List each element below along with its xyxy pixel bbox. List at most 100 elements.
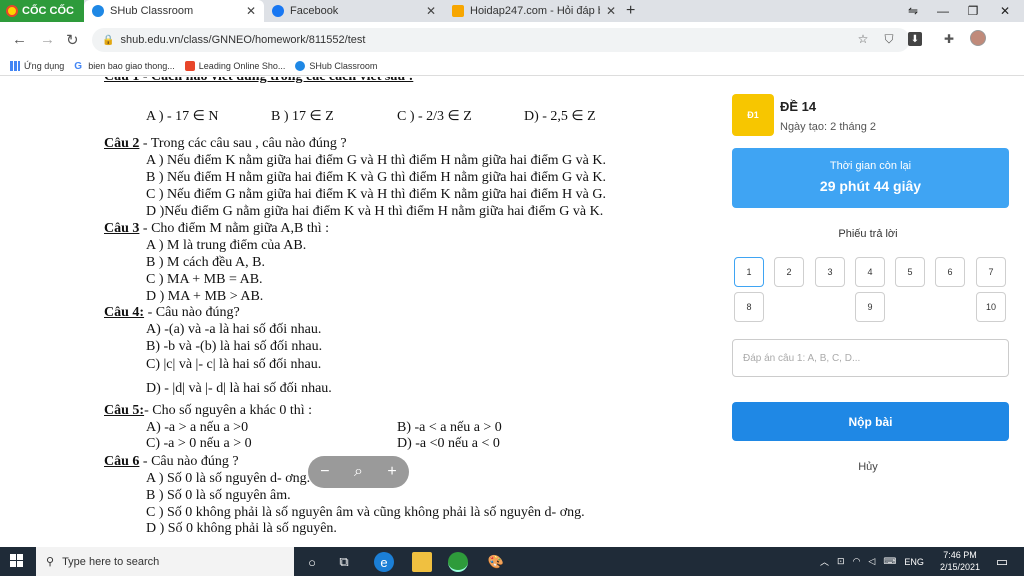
bookmark-leading-online[interactable]: Leading Online Sho... bbox=[184, 60, 285, 71]
hoidap-favicon-icon bbox=[452, 5, 464, 17]
tab-facebook[interactable]: Facebook ✕ bbox=[264, 0, 444, 22]
task-view-icon[interactable]: ⧉ bbox=[334, 552, 354, 572]
question-button-5[interactable]: 5 bbox=[895, 257, 925, 287]
submit-button[interactable]: Nộp bài bbox=[732, 402, 1009, 441]
question-button-3[interactable]: 3 bbox=[815, 257, 845, 287]
taskbar-clock[interactable]: 7:46 PM 2/15/2021 bbox=[938, 549, 982, 573]
coccoc-taskbar-icon[interactable] bbox=[448, 552, 468, 572]
timer-label: Thời gian còn lại bbox=[829, 160, 912, 172]
edge-browser-icon[interactable]: e bbox=[374, 552, 394, 572]
test-badge: Đ1 bbox=[732, 94, 774, 136]
question-5: Câu 5:- Cho số nguyên a khác 0 thì : bbox=[104, 403, 312, 419]
question-6-text: - Câu nào đúng ? bbox=[139, 454, 239, 469]
shub-favicon-icon bbox=[295, 60, 306, 71]
file-explorer-icon[interactable] bbox=[412, 552, 432, 572]
bookmark-bien-bao[interactable]: G bien bao giao thong... bbox=[74, 60, 175, 72]
question-button-6[interactable]: 6 bbox=[935, 257, 965, 287]
tab-title: SHub Classroom bbox=[110, 5, 194, 17]
close-icon[interactable]: ✕ bbox=[426, 4, 436, 18]
test-document-viewer[interactable]: Câu 1 - Cách nào viết đúng trong các các… bbox=[0, 77, 712, 547]
question-button-7[interactable]: 7 bbox=[976, 257, 1006, 287]
q1-option-a: A ) - 17 ∈ N bbox=[146, 109, 219, 124]
zoom-controls: − ⌕ + bbox=[308, 456, 409, 488]
restore-icon[interactable]: ❐ bbox=[958, 0, 988, 22]
q6-option-d: D ) Số 0 không phải là số nguyên. bbox=[146, 521, 337, 536]
q5-option-d: D) -a <0 nếu a < 0 bbox=[397, 436, 500, 451]
facebook-favicon-icon bbox=[272, 5, 284, 17]
clock-date: 2/15/2021 bbox=[939, 562, 981, 572]
new-tab-plus-icon[interactable]: + bbox=[626, 2, 635, 20]
window-close-icon[interactable]: ✕ bbox=[990, 0, 1020, 22]
tab-shub-classroom[interactable]: SHub Classroom ✕ bbox=[84, 0, 264, 22]
download-icon[interactable]: ⬇ bbox=[908, 32, 922, 46]
question-button-10[interactable]: 10 bbox=[976, 292, 1006, 322]
question-button-2[interactable]: 2 bbox=[774, 257, 804, 287]
q2-option-d: D )Nếu điểm G nằm giữa hai điểm K và H t… bbox=[146, 204, 604, 219]
question-button-9[interactable]: 9 bbox=[855, 292, 885, 322]
question-1-title: Câu 1 - Cách nào viết đúng trong các các… bbox=[104, 77, 413, 85]
answer-panel: Đ1 ĐỀ 14 Ngày tạo: 2 tháng 2 Thời gian c… bbox=[712, 77, 1024, 547]
browser-toolbar: ← → ↻ 🔒 shub.edu.vn/class/GNNEO/homework… bbox=[0, 22, 1024, 56]
forward-arrow-icon[interactable]: → bbox=[40, 31, 55, 48]
zoom-in-icon[interactable]: + bbox=[387, 463, 396, 481]
question-button-8[interactable]: 8 bbox=[734, 292, 764, 322]
shub-favicon-icon bbox=[92, 5, 104, 17]
answer-input[interactable] bbox=[732, 339, 1009, 377]
question-3-text: - Cho điểm M nằm giữa A,B thì : bbox=[139, 221, 329, 236]
tab-search-icon[interactable]: ⇋ bbox=[898, 0, 928, 22]
windows-start-icon[interactable] bbox=[10, 554, 24, 568]
question-2-label: Câu 2 bbox=[104, 136, 140, 151]
question-3: Câu 3 - Cho điểm M nằm giữa A,B thì : bbox=[104, 221, 329, 237]
question-3-label: Câu 3 bbox=[104, 221, 140, 236]
back-arrow-icon[interactable]: ← bbox=[12, 31, 27, 48]
zoom-reset-icon[interactable]: ⌕ bbox=[354, 463, 363, 481]
q4-option-d: D) - |d| và |- d| là hai số đối nhau. bbox=[146, 381, 332, 396]
cancel-button[interactable]: Hủy bbox=[712, 461, 1024, 473]
question-4: Câu 4: - Câu nào đúng? bbox=[104, 305, 240, 321]
q4-option-a: A) -(a) và -a là hai số đối nhau. bbox=[146, 322, 322, 337]
volume-icon[interactable]: ◁ bbox=[868, 556, 875, 567]
cortana-circle-icon[interactable]: ○ bbox=[302, 552, 322, 572]
minimize-icon[interactable]: — bbox=[928, 0, 958, 22]
clock-time: 7:46 PM bbox=[943, 550, 977, 560]
keyboard-icon[interactable]: ⌨ bbox=[883, 556, 896, 567]
bookmark-label: bien bao giao thong... bbox=[88, 60, 175, 71]
close-icon[interactable]: ✕ bbox=[606, 4, 616, 18]
zoom-out-icon[interactable]: − bbox=[320, 463, 329, 481]
tab-hoidap247[interactable]: Hoidap247.com - Hỏi đáp bà ✕ bbox=[444, 0, 624, 22]
close-icon[interactable]: ✕ bbox=[246, 4, 256, 18]
coccoc-logo-icon bbox=[6, 5, 18, 17]
search-icon: ⚲ bbox=[46, 556, 55, 568]
q1-option-d: D) - 2,5 ∈ Z bbox=[524, 109, 596, 124]
bookmark-star-icon[interactable]: ☆ bbox=[856, 32, 870, 46]
extensions-puzzle-icon[interactable]: ✚ bbox=[942, 32, 956, 46]
shield-icon[interactable]: ⛉ bbox=[882, 32, 896, 46]
time-remaining-box: Thời gian còn lại 29 phút 44 giây bbox=[732, 148, 1009, 208]
wifi-icon[interactable]: ◠ bbox=[853, 556, 861, 567]
taskbar-search[interactable]: ⚲ Type here to search bbox=[36, 547, 294, 576]
chevron-up-icon[interactable]: ︿ bbox=[820, 555, 829, 568]
paint-palette-icon[interactable]: 🎨 bbox=[486, 552, 506, 572]
question-4-text: - Câu nào đúng? bbox=[144, 305, 240, 320]
system-tray: ︿ ⊡ ◠ ◁ ⌨ ENG bbox=[820, 547, 924, 576]
brand-label: CỐC CỐC bbox=[22, 5, 74, 17]
question-6-label: Câu 6 bbox=[104, 454, 140, 469]
q5-option-a: A) -a > a nếu a >0 bbox=[146, 420, 249, 435]
question-button-4[interactable]: 4 bbox=[855, 257, 885, 287]
q1-option-b: B ) 17 ∈ Z bbox=[271, 109, 334, 124]
notification-icon[interactable]: ▭ bbox=[992, 552, 1012, 572]
lock-icon: 🔒 bbox=[102, 34, 115, 46]
bookmark-apps[interactable]: Ứng dụng bbox=[10, 60, 65, 71]
reload-icon[interactable]: ↻ bbox=[66, 31, 79, 49]
question-button-1[interactable]: 1 bbox=[734, 257, 764, 287]
browser-brand[interactable]: CỐC CỐC bbox=[0, 0, 84, 22]
q2-option-c: C ) Nếu điểm G nằm giữa hai điểm K và H … bbox=[146, 187, 606, 202]
address-bar[interactable]: 🔒 shub.edu.vn/class/GNNEO/homework/81155… bbox=[92, 28, 910, 52]
profile-avatar[interactable] bbox=[970, 30, 986, 46]
bookmark-shub[interactable]: SHub Classroom bbox=[295, 60, 377, 71]
network-icon[interactable]: ⊡ bbox=[837, 556, 845, 567]
bookmark-label: Ứng dụng bbox=[24, 60, 65, 71]
q5-option-c: C) -a > 0 nếu a > 0 bbox=[146, 436, 252, 451]
language-indicator[interactable]: ENG bbox=[904, 557, 924, 567]
q1-option-c: C ) - 2/3 ∈ Z bbox=[397, 109, 472, 124]
